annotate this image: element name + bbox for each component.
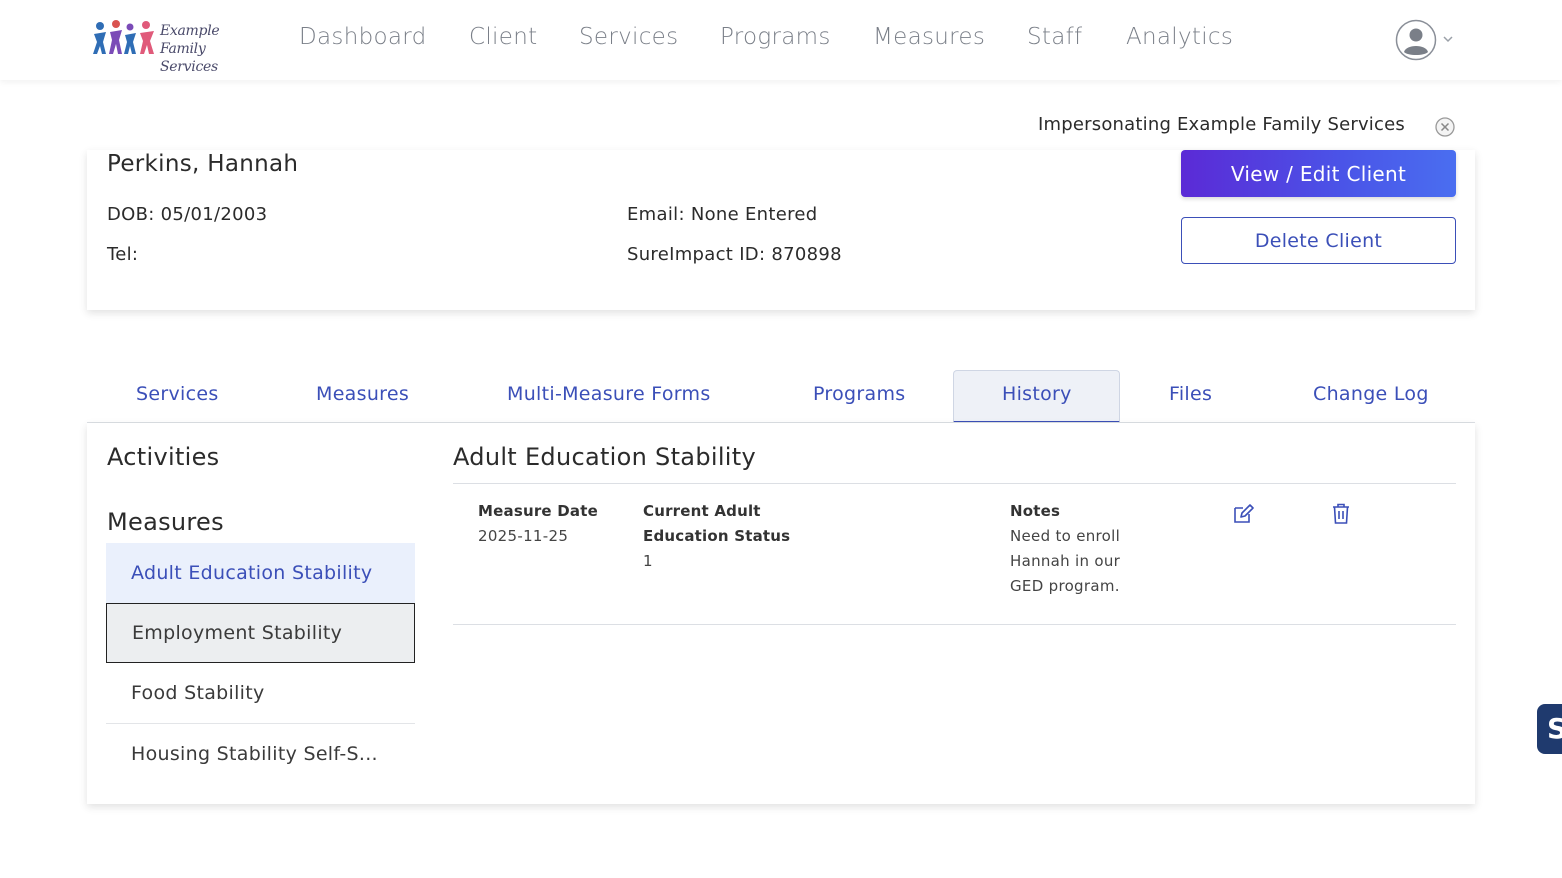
measure-item-label: Employment Stability	[132, 622, 343, 644]
client-email: Email: None Entered	[627, 204, 818, 225]
impersonation-notice: Impersonating Example Family Services	[1038, 114, 1405, 135]
family-logo-icon	[93, 20, 154, 54]
floating-widget-letter: S	[1547, 712, 1562, 745]
nav-analytics[interactable]: Analytics	[1126, 24, 1233, 50]
logo-text: Example Family Services	[160, 22, 262, 76]
client-dob: DOB: 05/01/2003	[107, 204, 268, 225]
client-name: Perkins, Hannah	[107, 151, 299, 177]
notes-line-2: Hannah in our	[1010, 552, 1121, 570]
status-label-line-2: Education Status	[643, 527, 791, 545]
tab-multi-measure-forms[interactable]: Multi-Measure Forms	[507, 383, 711, 405]
edit-icon[interactable]	[1231, 502, 1255, 526]
tab-programs[interactable]: Programs	[813, 383, 905, 405]
nav-staff[interactable]: Staff	[1027, 24, 1082, 50]
status-value: 1	[643, 552, 653, 570]
client-tel: Tel:	[107, 244, 139, 265]
measures-heading: Measures	[107, 508, 224, 536]
measure-item-label: Food Stability	[131, 682, 265, 704]
tab-change-log[interactable]: Change Log	[1313, 383, 1429, 405]
measure-date-label: Measure Date	[478, 502, 598, 520]
notes-line-3: GED program.	[1010, 577, 1120, 595]
chevron-down-icon[interactable]	[1441, 32, 1455, 46]
tab-history[interactable]: History	[1002, 383, 1072, 405]
activities-heading: Activities	[107, 443, 220, 471]
measure-item-label: Housing Stability Self-S...	[131, 743, 378, 765]
measure-item-adult-education[interactable]: Adult Education Stability	[106, 543, 415, 603]
measure-item-food[interactable]: Food Stability	[106, 663, 415, 723]
detail-divider-bottom	[453, 624, 1456, 625]
tab-measures[interactable]: Measures	[316, 383, 409, 405]
delete-client-button[interactable]: Delete Client	[1181, 217, 1456, 264]
detail-divider-top	[453, 483, 1456, 484]
measure-date-value: 2025-11-25	[478, 527, 569, 545]
nav-services[interactable]: Services	[579, 24, 678, 50]
nav-measures[interactable]: Measures	[873, 24, 985, 50]
trash-icon[interactable]	[1329, 502, 1353, 526]
top-navbar: Example Family Services Dashboard Client…	[0, 0, 1562, 80]
nav-client[interactable]: Client	[469, 24, 537, 50]
measure-item-housing[interactable]: Housing Stability Self-S...	[106, 724, 415, 784]
notes-label: Notes	[1010, 502, 1061, 520]
user-avatar-icon[interactable]	[1395, 19, 1437, 61]
tab-services[interactable]: Services	[136, 383, 219, 405]
floating-widget-tab[interactable]: S	[1537, 704, 1562, 754]
measure-item-label: Adult Education Stability	[131, 562, 373, 584]
logo-line-2: Family Services	[160, 41, 218, 75]
client-sureimpact-id: SureImpact ID: 870898	[627, 244, 842, 265]
close-icon[interactable]	[1434, 116, 1456, 138]
detail-title: Adult Education Stability	[453, 443, 756, 471]
logo-line-1: Example	[160, 23, 220, 39]
measure-item-employment[interactable]: Employment Stability	[106, 603, 415, 663]
view-edit-client-button[interactable]: View / Edit Client	[1181, 150, 1456, 197]
nav-programs[interactable]: Programs	[720, 24, 831, 50]
tab-files[interactable]: Files	[1169, 383, 1212, 405]
notes-line-1: Need to enroll	[1010, 527, 1121, 545]
nav-dashboard[interactable]: Dashboard	[299, 24, 426, 50]
app-logo[interactable]: Example Family Services	[92, 20, 262, 75]
status-label-line-1: Current Adult	[643, 502, 761, 520]
